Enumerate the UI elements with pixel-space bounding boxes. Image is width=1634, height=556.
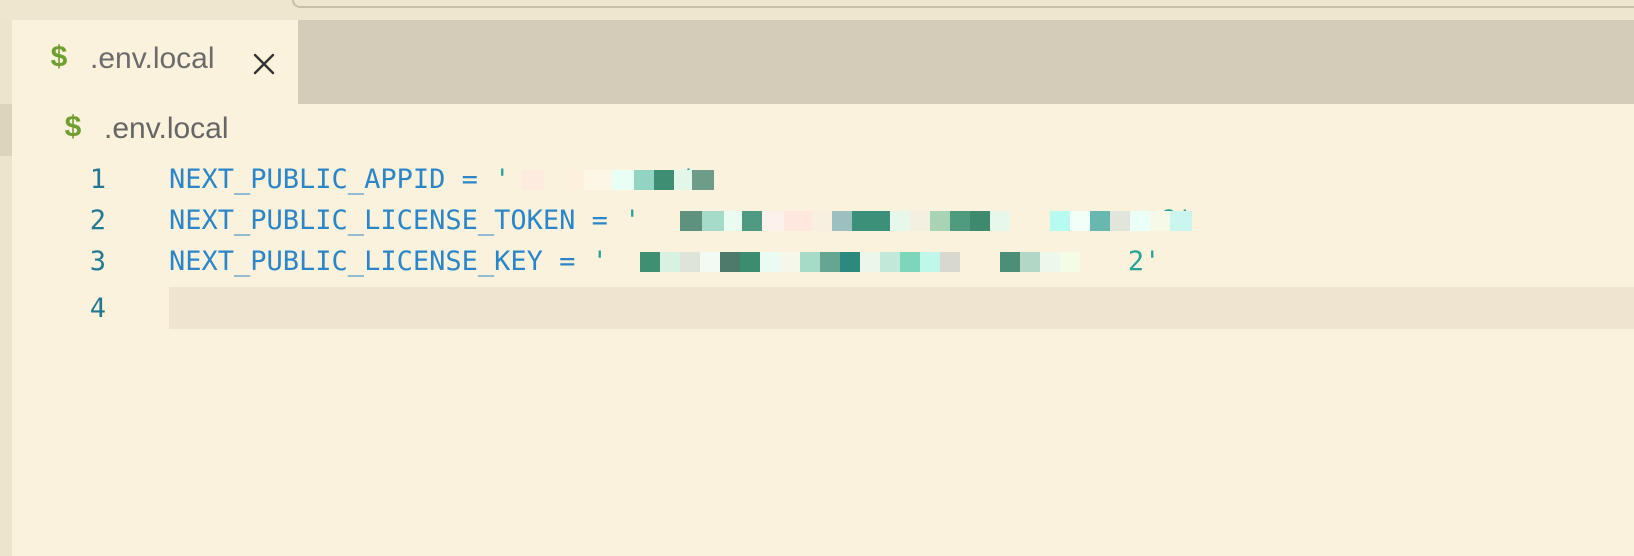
env-key: NEXT_PUBLIC_APPID [169,164,446,195]
current-line-highlight [169,287,1634,329]
code-line-current[interactable]: 4 [12,287,1634,329]
string-close-quote: 2' [1127,246,1161,277]
breadcrumb-file[interactable]: .env.local [104,112,229,146]
redacted-value [640,248,1080,276]
line-number: 4 [89,293,106,324]
tab-label: .env.local [90,42,215,75]
line-number: 2 [89,205,106,236]
scroll-marker [0,104,12,156]
activity-edge [0,20,12,556]
code-line[interactable]: 2 NEXT_PUBLIC_LICENSE_TOKEN = '8' [12,199,1634,241]
panel-edge [292,0,1634,8]
assign-operator: = [445,164,495,195]
line-number: 1 [89,164,106,195]
assign-operator: = [575,205,625,236]
redacted-value [522,166,714,194]
tab-bar: $ .env.local [12,20,1634,104]
string-open-quote: ' [591,246,608,277]
code-line[interactable]: 3 NEXT_PUBLIC_LICENSE_KEY = ' 2' [12,240,1634,282]
env-key: NEXT_PUBLIC_LICENSE_TOKEN [169,205,576,236]
close-icon[interactable] [250,50,278,78]
string-open-quote: ' [494,164,511,195]
line-number: 3 [89,246,106,277]
code-editor[interactable]: 1 NEXT_PUBLIC_APPID = '' 2 NEXT_PUBLIC_L… [12,158,1634,338]
tab-env-local[interactable]: $ .env.local [12,20,298,104]
editor-window: $ .env.local $ .env.local 1 NEXT_PUBLIC_… [0,0,1634,556]
shell-icon: $ [64,112,83,146]
shell-icon: $ [50,42,69,76]
window-top-strip [0,0,1634,20]
code-line[interactable]: 1 NEXT_PUBLIC_APPID = '' [12,158,1634,200]
assign-operator: = [542,246,592,277]
redacted-value [680,207,1192,235]
env-key: NEXT_PUBLIC_LICENSE_KEY [169,246,543,277]
string-open-quote: ' [624,205,641,236]
